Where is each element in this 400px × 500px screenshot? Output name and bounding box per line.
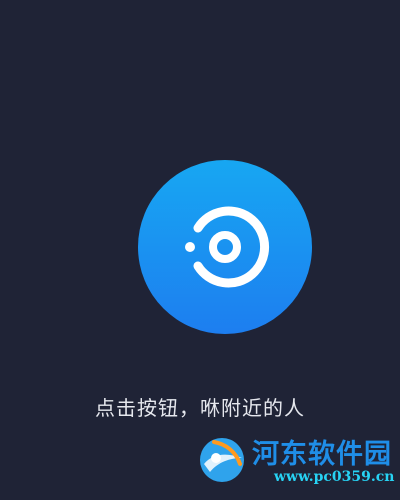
hedong-logo-icon xyxy=(200,438,244,482)
scan-nearby-button[interactable] xyxy=(138,160,312,334)
watermark: 河东软件园 www.pc0359.cn xyxy=(194,430,400,500)
watermark-title: 河东软件园 xyxy=(252,439,392,470)
prompt-text: 点击按钮，咻附近的人 xyxy=(95,396,305,420)
screen: 点击按钮，咻附近的人 河东软件园 www.pc0359.cn xyxy=(0,0,400,500)
watermark-url: www.pc0359.cn xyxy=(274,469,395,485)
radar-target-icon xyxy=(185,206,270,288)
